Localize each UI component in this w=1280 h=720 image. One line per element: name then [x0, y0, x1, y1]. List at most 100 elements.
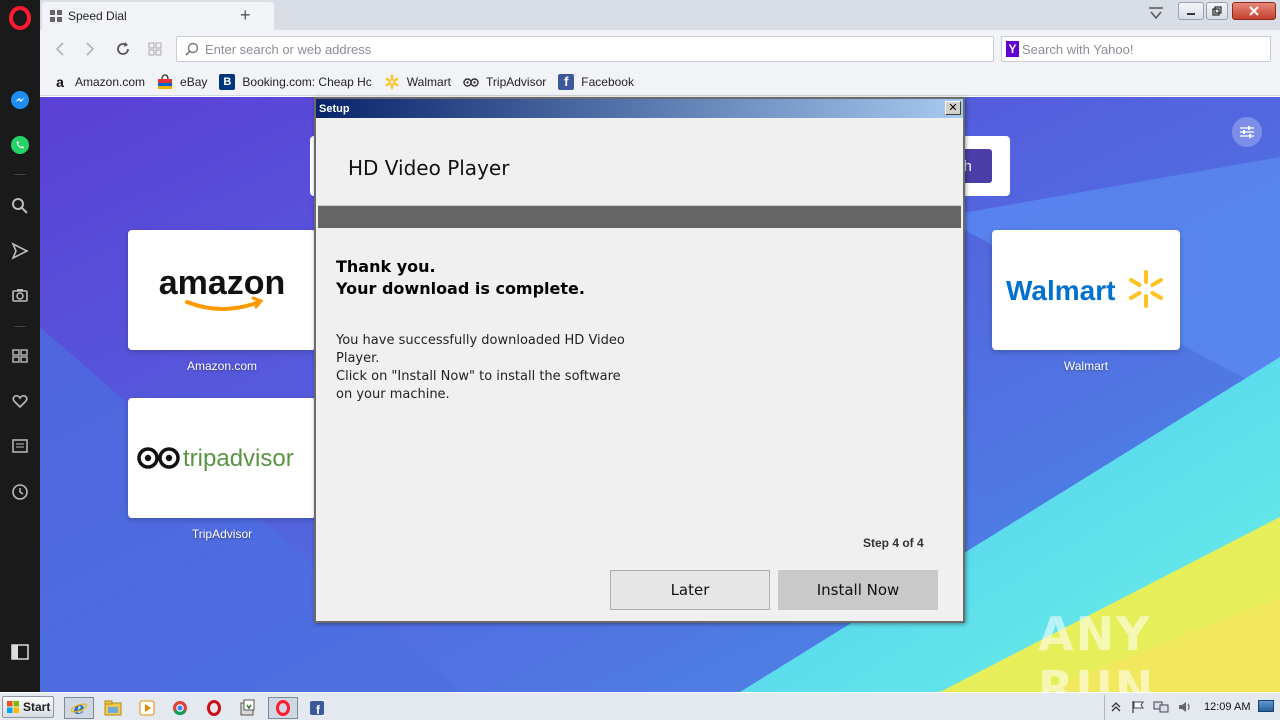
amazon-icon: a [56, 73, 64, 90]
history-clock-icon[interactable] [8, 480, 32, 504]
bookmark-tripadvisor[interactable]: TripAdvisor [463, 74, 546, 90]
volume-icon[interactable] [1177, 700, 1193, 717]
heart-icon[interactable] [8, 389, 32, 413]
amazon-logo: amazon [159, 264, 286, 311]
speed-dial-grid-icon[interactable] [145, 39, 165, 59]
facebook-icon: f [558, 73, 575, 90]
new-tab-button[interactable]: + [240, 5, 251, 26]
start-button[interactable]: Start [2, 696, 54, 718]
tab-menu-icon[interactable] [1148, 6, 1164, 23]
show-hidden-icons-icon[interactable] [1111, 701, 1121, 716]
tripadvisor-logo: tripadvisor [137, 445, 294, 472]
navigation-bar: Y [40, 30, 1280, 68]
opera-active-taskbar-icon[interactable] [268, 697, 298, 719]
bookmark-label: TripAdvisor [486, 74, 547, 89]
bookmark-walmart[interactable]: Walmart [384, 74, 451, 90]
bookmark-label: eBay [180, 74, 208, 89]
bookmark-ebay[interactable]: eBay [157, 73, 208, 90]
svg-text:amazon: amazon [159, 264, 286, 302]
bookmark-amazon[interactable]: a Amazon.com [52, 74, 145, 90]
tile-label-amazon: Amazon.com [186, 359, 258, 373]
search-icon [185, 42, 199, 56]
dialog-close-button[interactable]: ✕ [945, 101, 961, 115]
bookmarks-bar: a Amazon.com eBay B Booking.com: Cheap H… [40, 68, 1280, 96]
setup-dialog: Setup ✕ HD Video Player Thank you. Your … [314, 97, 965, 623]
address-input[interactable] [205, 41, 993, 57]
bookmark-label: Booking.com: Cheap Hc [242, 74, 372, 89]
tile-label-tripadvisor: TripAdvisor [191, 527, 253, 541]
dialog-message: You have successfully downloaded HD Vide… [336, 332, 636, 404]
install-now-button[interactable]: Install Now [778, 570, 938, 610]
message-line: Click on "Install Now" to install the so… [336, 369, 621, 402]
messenger-icon[interactable] [8, 88, 32, 112]
bookmark-label: Amazon.com [75, 74, 146, 89]
message-line: You have successfully downloaded HD Vide… [336, 333, 625, 366]
ebay-bag-icon [157, 73, 173, 90]
whatsapp-icon[interactable] [8, 133, 32, 157]
sidebar-toggle-icon[interactable] [8, 640, 32, 664]
speed-dial-tile-walmart[interactable]: Walmart [992, 230, 1180, 350]
taskbar: Start e f 12:09 AM [0, 692, 1280, 720]
media-player-taskbar-icon[interactable] [134, 697, 160, 719]
news-icon[interactable] [8, 434, 32, 458]
speed-dial-tile-tripadvisor[interactable]: tripadvisor [128, 398, 316, 518]
forward-button[interactable] [80, 39, 100, 59]
back-button[interactable] [50, 39, 70, 59]
bookmark-booking[interactable]: B Booking.com: Cheap Hc [219, 73, 372, 90]
bookmark-label: Walmart [406, 74, 452, 89]
windows-logo-icon [7, 701, 19, 713]
ie-taskbar-icon[interactable]: e [64, 697, 94, 719]
dialog-body: Thank you. Your download is complete. Yo… [318, 228, 961, 621]
heading-line: Thank you. [336, 257, 436, 276]
dialog-titlebar: Setup ✕ [316, 99, 963, 118]
search-icon[interactable] [8, 194, 32, 218]
later-button[interactable]: Later [610, 570, 770, 610]
restore-button[interactable] [1206, 2, 1228, 20]
walmart-logo: Walmart [1006, 270, 1163, 308]
chrome-taskbar-icon[interactable] [167, 697, 193, 719]
yahoo-icon: Y [1006, 41, 1019, 57]
tab-bar: Speed Dial + [40, 0, 1280, 30]
step-indicator: Step 4 of 4 [863, 536, 924, 550]
walmart-spark-icon [1129, 270, 1163, 308]
svg-text:Walmart: Walmart [1006, 275, 1115, 306]
dialog-title: Setup [319, 102, 350, 115]
opera-taskbar-icon[interactable] [201, 697, 227, 719]
grid-icon [50, 10, 62, 22]
minimize-button[interactable] [1178, 2, 1204, 20]
heading-line: Your download is complete. [336, 279, 585, 298]
tripadvisor-owl-icon [463, 74, 479, 90]
reload-button[interactable] [113, 39, 133, 59]
network-icon[interactable] [1153, 700, 1169, 717]
anyrun-watermark: ANY RUN [1038, 607, 1156, 692]
easy-setup-icon[interactable] [1232, 117, 1262, 147]
speed-dial-tile-amazon[interactable]: amazon [128, 230, 316, 350]
yahoo-search-box[interactable]: Y [1001, 36, 1271, 62]
booking-icon: B [219, 73, 236, 90]
speed-dial-icon[interactable] [8, 344, 32, 368]
send-icon[interactable] [8, 239, 32, 263]
camera-icon[interactable] [8, 283, 32, 307]
close-window-button[interactable] [1232, 2, 1276, 20]
taskbar-clock: 12:09 AM [1204, 701, 1251, 713]
yahoo-search-input[interactable] [1021, 41, 1270, 57]
tab-title: Speed Dial [68, 9, 127, 23]
walmart-spark-icon [384, 74, 400, 90]
svg-text:tripadvisor: tripadvisor [183, 445, 294, 472]
installer-taskbar-icon[interactable] [235, 697, 261, 719]
show-desktop-button[interactable] [1258, 700, 1274, 712]
bookmark-facebook[interactable]: f Facebook [558, 73, 634, 90]
tripadvisor-owl-icon [137, 447, 180, 469]
tile-label-walmart: Walmart [1063, 359, 1109, 373]
facebook-taskbar-icon[interactable]: f [304, 697, 330, 719]
dialog-heading: Thank you. Your download is complete. [336, 256, 585, 300]
explorer-taskbar-icon[interactable] [100, 697, 126, 719]
start-label: Start [23, 700, 51, 714]
action-center-flag-icon[interactable] [1131, 700, 1145, 717]
svg-text:e: e [74, 699, 85, 717]
address-bar[interactable] [176, 36, 994, 62]
dialog-app-name: HD Video Player [348, 156, 510, 180]
dialog-header: HD Video Player [318, 120, 961, 206]
bookmark-label: Facebook [581, 74, 634, 89]
opera-logo-icon[interactable] [8, 6, 32, 30]
